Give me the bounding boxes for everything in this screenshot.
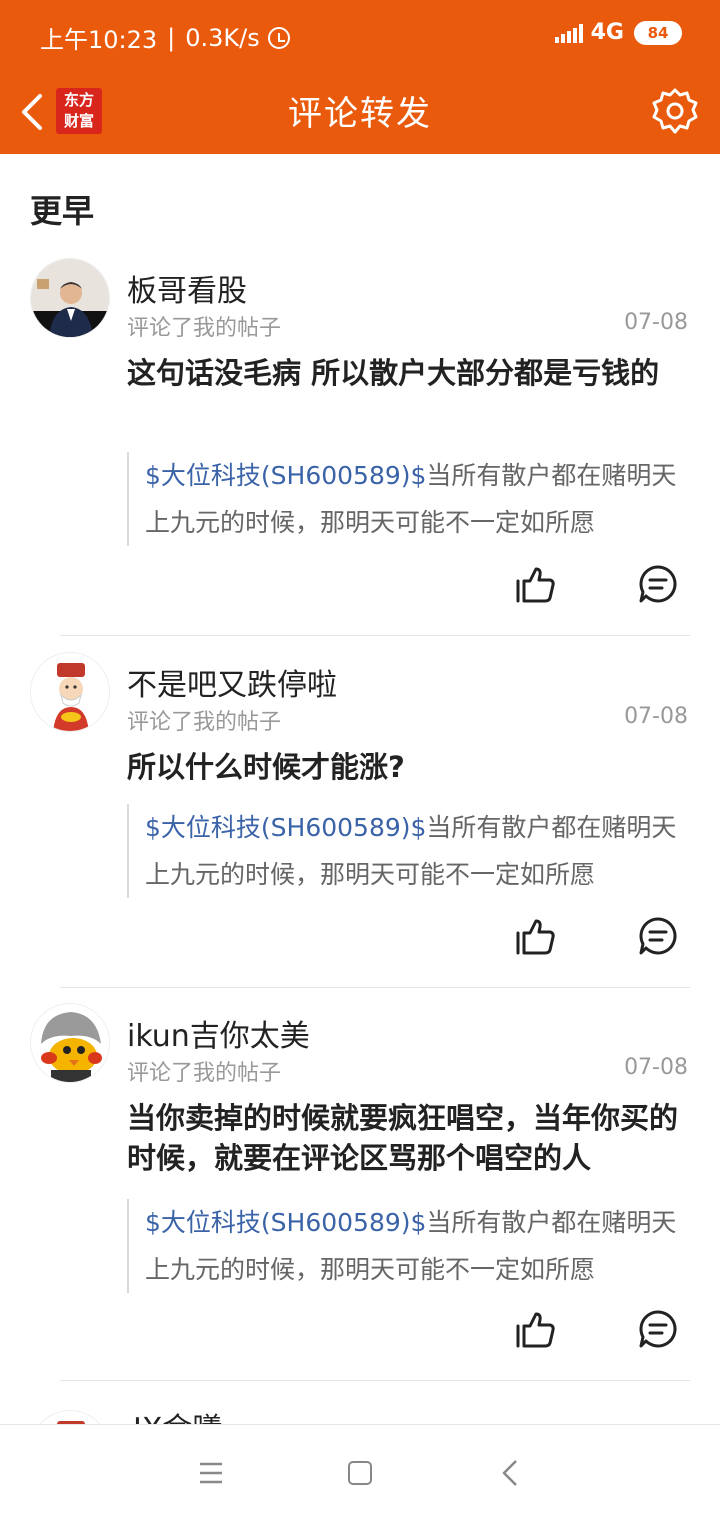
- action-text: 评论了我的帖子: [127, 710, 282, 735]
- like-thumb-icon[interactable]: [514, 1308, 556, 1350]
- comment-text[interactable]: 这句话没毛病 所以散户大部分都是亏钱的: [127, 353, 692, 433]
- date: 07-08: [624, 704, 688, 729]
- stock-link[interactable]: $大位科技(SH600589)$: [145, 461, 426, 490]
- username[interactable]: 不是吧又跌停啦: [127, 660, 337, 704]
- like-thumb-icon[interactable]: [514, 915, 556, 957]
- nav-bar: 东方 财富 评论转发: [0, 70, 720, 154]
- username[interactable]: ikun吉你太美: [127, 1011, 310, 1055]
- app-header: 上午10:23 | 0.3K/s 4G 84 东方 财富 评论转发: [0, 0, 720, 154]
- comment-bubble-icon[interactable]: [638, 916, 678, 956]
- comment-text[interactable]: 当你卖掉的时候就要疯狂唱空，当年你买的时候，就要在评论区骂那个唱空的人: [127, 1098, 692, 1178]
- action-text: 评论了我的帖子: [127, 316, 282, 341]
- page-title: 评论转发: [288, 94, 432, 134]
- status-time: 上午10:23: [40, 26, 158, 54]
- username[interactable]: 板哥看股: [127, 266, 247, 310]
- status-bar: 上午10:23 | 0.3K/s 4G 84: [0, 0, 720, 70]
- avatar[interactable]: [30, 652, 110, 732]
- stock-link[interactable]: $大位科技(SH600589)$: [145, 1208, 426, 1237]
- quoted-post[interactable]: $大位科技(SH600589)$当所有散户都在赌明天上九元的时候，那明天可能不一…: [127, 452, 692, 546]
- action-text: 评论了我的帖子: [127, 1061, 282, 1086]
- like-thumb-icon[interactable]: [514, 563, 556, 605]
- comment-bubble-icon[interactable]: [638, 1309, 678, 1349]
- date: 07-08: [624, 1055, 688, 1080]
- avatar[interactable]: [30, 1410, 110, 1424]
- system-nav-bar: [0, 1424, 720, 1520]
- username[interactable]: JX金曦: [133, 1404, 222, 1424]
- divider: [60, 987, 690, 988]
- network-type: 4G: [590, 20, 624, 45]
- status-separator: |: [167, 23, 176, 52]
- battery-icon: 84: [634, 20, 682, 45]
- signal-icon: [554, 23, 585, 43]
- back-chevron-icon[interactable]: [500, 1459, 520, 1487]
- comment-bubble-icon[interactable]: [638, 564, 678, 604]
- alarm-icon: [267, 26, 290, 49]
- quoted-post[interactable]: $大位科技(SH600589)$当所有散户都在赌明天上九元的时候，那明天可能不一…: [127, 1199, 692, 1293]
- status-left: 上午10:23 | 0.3K/s: [40, 20, 290, 55]
- section-label-earlier: 更早: [30, 192, 95, 230]
- avatar[interactable]: [30, 1003, 110, 1083]
- divider: [60, 1380, 690, 1381]
- home-square-icon[interactable]: [348, 1461, 372, 1485]
- date: 07-08: [624, 310, 688, 335]
- status-right: 4G 84: [554, 20, 682, 45]
- menu-icon[interactable]: [199, 1462, 223, 1484]
- network-speed: 0.3K/s: [185, 23, 260, 52]
- quoted-post[interactable]: $大位科技(SH600589)$当所有散户都在赌明天上九元的时候，那明天可能不一…: [127, 804, 692, 898]
- avatar[interactable]: [30, 258, 110, 338]
- settings-gear-icon[interactable]: [650, 86, 700, 136]
- comment-text[interactable]: 所以什么时候才能涨?: [127, 747, 692, 787]
- divider: [60, 635, 690, 636]
- stock-link[interactable]: $大位科技(SH600589)$: [145, 813, 426, 842]
- list-item[interactable]: JX金曦: [0, 1398, 720, 1424]
